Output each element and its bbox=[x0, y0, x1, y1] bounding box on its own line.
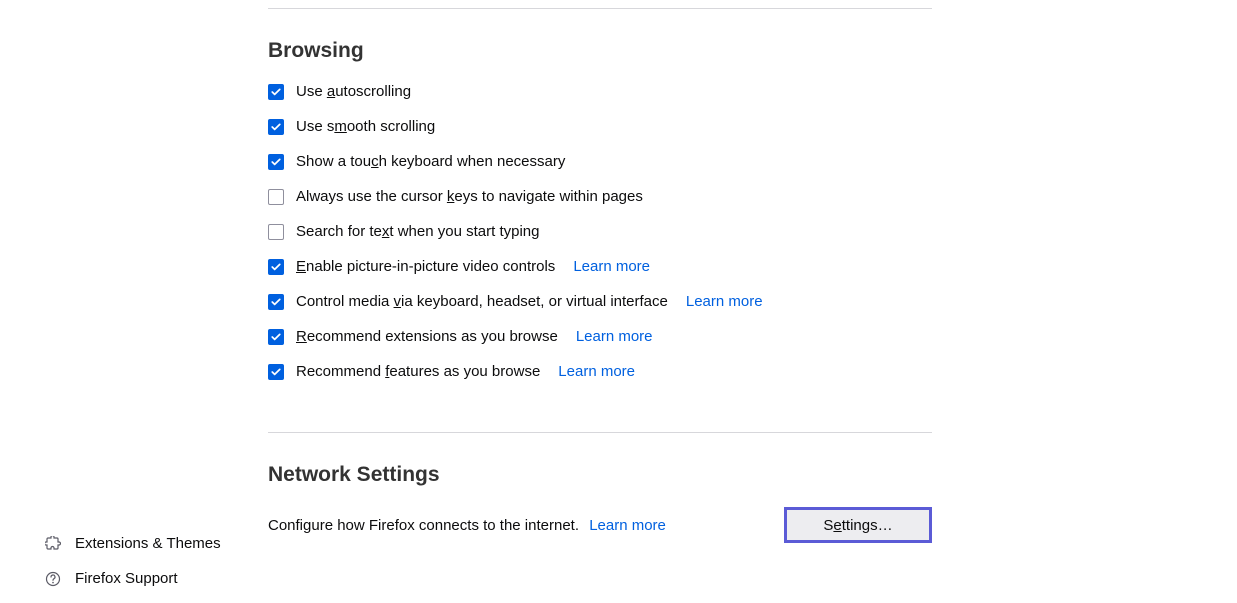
checkbox[interactable] bbox=[268, 154, 284, 170]
option-label[interactable]: Control media via keyboard, headset, or … bbox=[296, 293, 668, 310]
sidebar-footer: Extensions & Themes Firefox Support bbox=[45, 535, 221, 587]
sidebar-item-support[interactable]: Firefox Support bbox=[45, 570, 221, 587]
question-circle-icon bbox=[45, 571, 61, 587]
option-label[interactable]: Search for text when you start typing bbox=[296, 223, 539, 240]
option-label[interactable]: Show a touch keyboard when necessary bbox=[296, 153, 565, 170]
option-label-post: t when you start typing bbox=[389, 223, 539, 240]
option-label-mnemonic: E bbox=[296, 258, 306, 275]
option-label-post: utoscrolling bbox=[335, 83, 411, 100]
checkbox[interactable] bbox=[268, 119, 284, 135]
option-label-mnemonic: R bbox=[296, 328, 307, 345]
learn-more-link[interactable]: Learn more bbox=[558, 363, 635, 380]
settings-button-post: ttings… bbox=[842, 517, 893, 534]
browsing-option-row: Use autoscrolling bbox=[268, 83, 932, 100]
checkbox[interactable] bbox=[268, 189, 284, 205]
network-settings-row: Configure how Firefox connects to the in… bbox=[268, 507, 932, 543]
section-divider bbox=[268, 432, 932, 433]
browsing-option-row: Always use the cursor keys to navigate w… bbox=[268, 188, 932, 205]
network-description-group: Configure how Firefox connects to the in… bbox=[268, 517, 666, 534]
network-section-title: Network Settings bbox=[268, 463, 932, 487]
checkbox[interactable] bbox=[268, 259, 284, 275]
checkbox[interactable] bbox=[268, 294, 284, 310]
browsing-options-list: Use autoscrolling Use smooth scrolling Sho… bbox=[268, 83, 932, 380]
sidebar-support-label: Firefox Support bbox=[75, 570, 178, 587]
checkbox[interactable] bbox=[268, 224, 284, 240]
option-label-pre: Use s bbox=[296, 118, 334, 135]
network-description: Configure how Firefox connects to the in… bbox=[268, 517, 579, 534]
option-label-post: h keyboard when necessary bbox=[379, 153, 566, 170]
settings-button-pre: S bbox=[823, 517, 833, 534]
option-label-post: ooth scrolling bbox=[347, 118, 435, 135]
network-settings-button[interactable]: Settings… bbox=[784, 507, 932, 543]
option-label-mnemonic: v bbox=[394, 293, 402, 310]
option-label-pre: Search for te bbox=[296, 223, 382, 240]
learn-more-link[interactable]: Learn more bbox=[686, 293, 763, 310]
option-label-mnemonic: c bbox=[371, 153, 379, 170]
option-label[interactable]: Use smooth scrolling bbox=[296, 118, 435, 135]
sidebar-extensions-label: Extensions & Themes bbox=[75, 535, 221, 552]
option-label-mnemonic: a bbox=[327, 83, 335, 100]
learn-more-link[interactable]: Learn more bbox=[573, 258, 650, 275]
option-label-post: eatures as you browse bbox=[389, 363, 540, 380]
option-label-mnemonic: m bbox=[334, 118, 347, 135]
option-label-pre: Control media bbox=[296, 293, 394, 310]
learn-more-link[interactable]: Learn more bbox=[576, 328, 653, 345]
option-label[interactable]: Recommend features as you browse bbox=[296, 363, 540, 380]
browsing-option-row: Use smooth scrolling bbox=[268, 118, 932, 135]
option-label[interactable]: Always use the cursor keys to navigate w… bbox=[296, 188, 643, 205]
browsing-option-row: Control media via keyboard, headset, or … bbox=[268, 293, 932, 310]
option-label-post: ia keyboard, headset, or virtual interfa… bbox=[401, 293, 668, 310]
option-label-pre: Always use the cursor bbox=[296, 188, 447, 205]
checkbox[interactable] bbox=[268, 364, 284, 380]
checkbox[interactable] bbox=[268, 329, 284, 345]
browsing-option-row: Search for text when you start typing bbox=[268, 223, 932, 240]
option-label-pre: Recommend bbox=[296, 363, 385, 380]
option-label-post: eys to navigate within pages bbox=[454, 188, 642, 205]
option-label-post: nable picture-in-picture video controls bbox=[306, 258, 555, 275]
section-divider bbox=[268, 8, 932, 9]
browsing-option-row: Show a touch keyboard when necessary bbox=[268, 153, 932, 170]
main-settings-panel: Browsing Use autoscrolling Use smooth scr… bbox=[268, 0, 932, 543]
puzzle-icon bbox=[45, 536, 61, 552]
network-learn-more-link[interactable]: Learn more bbox=[589, 517, 666, 534]
option-label-post: ecommend extensions as you browse bbox=[307, 328, 558, 345]
checkbox[interactable] bbox=[268, 84, 284, 100]
settings-button-mnemonic: e bbox=[833, 517, 841, 534]
option-label-pre: Show a tou bbox=[296, 153, 371, 170]
browsing-option-row: Recommend extensions as you browse Learn … bbox=[268, 328, 932, 345]
sidebar-item-extensions[interactable]: Extensions & Themes bbox=[45, 535, 221, 552]
option-label[interactable]: Use autoscrolling bbox=[296, 83, 411, 100]
browsing-option-row: Enable picture-in-picture video controls… bbox=[268, 258, 932, 275]
option-label[interactable]: Recommend extensions as you browse bbox=[296, 328, 558, 345]
browsing-section-title: Browsing bbox=[268, 39, 932, 63]
browsing-option-row: Recommend features as you browse Learn mo… bbox=[268, 363, 932, 380]
option-label[interactable]: Enable picture-in-picture video controls bbox=[296, 258, 555, 275]
option-label-pre: Use bbox=[296, 83, 327, 100]
